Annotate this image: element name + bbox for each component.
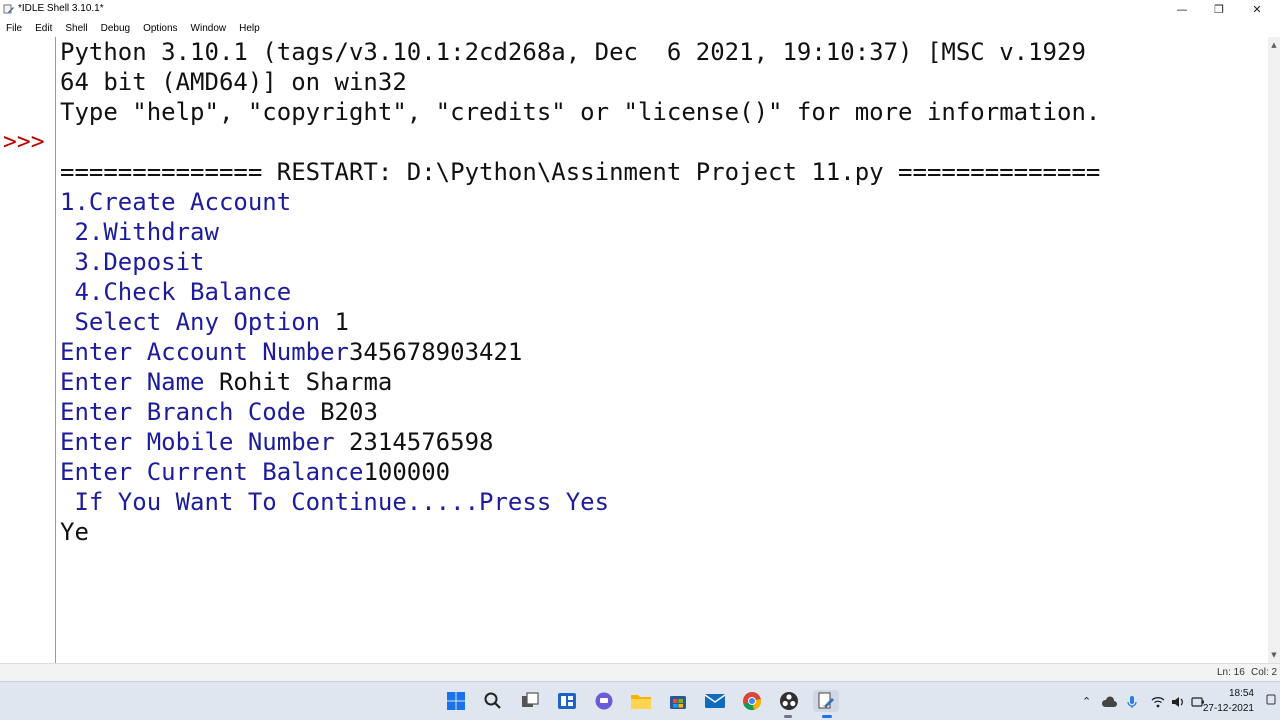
output-line: 4.Check Balance: [60, 277, 291, 307]
output-prompt: 2.Withdraw: [60, 218, 219, 246]
onedrive-icon[interactable]: [1101, 695, 1118, 708]
shell-text-area[interactable]: Python 3.10.1 (tags/v3.10.1:2cd268a, Dec…: [60, 37, 1268, 663]
status-col: Col: 2: [1251, 667, 1278, 678]
restore-icon: ❐: [1214, 3, 1224, 16]
menu-options[interactable]: Options: [143, 23, 177, 34]
menu-help[interactable]: Help: [239, 23, 260, 34]
menu-file[interactable]: File: [6, 23, 22, 34]
active-app-indicator: [784, 715, 792, 718]
output-line: Enter Mobile Number 2314576598: [60, 427, 493, 457]
idle-icon[interactable]: [813, 690, 839, 712]
banner-line: Type "help", "copyright", "credits" or "…: [60, 98, 1101, 126]
wifi-icon[interactable]: [1151, 696, 1165, 708]
user-input: Rohit Sharma: [218, 368, 393, 396]
idle-app-icon: [3, 4, 14, 14]
output-line: Ye: [60, 517, 89, 547]
scroll-down-icon[interactable]: ▼: [1268, 649, 1280, 661]
output-prompt: Select Any Option: [60, 308, 335, 336]
output-line: 3.Deposit: [60, 247, 205, 277]
widgets-icon[interactable]: [555, 690, 579, 712]
output-line: Enter Current Balance100000: [60, 457, 450, 487]
notification-icon[interactable]: [1266, 690, 1276, 712]
menu-window[interactable]: Window: [191, 23, 227, 34]
banner-line: 64 bit (AMD64)] on win32: [60, 68, 407, 96]
chat-icon[interactable]: [592, 690, 616, 712]
user-input: 2314576598: [348, 428, 494, 456]
close-icon: ✕: [1252, 3, 1262, 16]
output-prompt: 1.Create Account: [60, 188, 292, 216]
clock-time: 18:54: [1228, 688, 1254, 699]
output-prompt: Enter Name: [60, 368, 219, 396]
active-app-indicator: [822, 715, 832, 718]
minimize-button[interactable]: —: [1162, 0, 1202, 19]
output-line: 2.Withdraw: [60, 217, 219, 247]
user-input: 100000: [363, 458, 451, 486]
output-prompt: If You Want To Continue.....Press Yes: [60, 488, 610, 516]
output-prompt: Enter Branch Code: [60, 398, 321, 426]
microphone-icon[interactable]: [1127, 695, 1137, 709]
output-line: Enter Name Rohit Sharma: [60, 367, 392, 397]
status-bar: Ln: 16 Col: 2: [0, 663, 1280, 681]
system-tray: ⌃: [1082, 682, 1205, 720]
scroll-up-icon[interactable]: ▲: [1268, 39, 1280, 51]
maximize-button[interactable]: ❐: [1199, 0, 1239, 19]
file-explorer-icon[interactable]: [629, 690, 653, 712]
vertical-scrollbar[interactable]: ▲ ▼: [1268, 37, 1280, 663]
user-input: B203: [320, 398, 378, 426]
chevron-up-icon[interactable]: ⌃: [1082, 695, 1091, 708]
mail-icon[interactable]: [703, 690, 727, 712]
close-button[interactable]: ✕: [1237, 0, 1277, 19]
output-prompt: 4.Check Balance: [60, 278, 292, 306]
store-icon[interactable]: [666, 690, 690, 712]
output-line: 1.Create Account: [60, 187, 291, 217]
title-bar: *IDLE Shell 3.10.1* — ❐ ✕: [0, 0, 1280, 19]
taskbar-clock[interactable]: 18:54 27-12-2021: [1203, 686, 1254, 716]
windows-start-icon[interactable]: [444, 690, 468, 712]
menu-debug[interactable]: Debug: [101, 23, 130, 34]
minimize-icon: —: [1176, 3, 1188, 16]
output-line: If You Want To Continue.....Press Yes: [60, 487, 609, 517]
clock-date: 27-12-2021: [1202, 703, 1254, 714]
search-icon[interactable]: [481, 690, 505, 712]
output-line: Enter Account Number345678903421: [60, 337, 522, 367]
menu-shell[interactable]: Shell: [65, 23, 87, 34]
user-input: 345678903421: [348, 338, 523, 366]
chrome-icon[interactable]: [740, 690, 764, 712]
output-prompt: Enter Mobile Number: [60, 428, 349, 456]
menu-bar: File Edit Shell Debug Options Window Hel…: [0, 19, 1280, 37]
obs-icon[interactable]: [777, 690, 801, 712]
task-view-icon[interactable]: [518, 690, 542, 712]
output-prompt: Enter Current Balance: [60, 458, 364, 486]
output-line: Select Any Option 1: [60, 307, 349, 337]
output-prompt: 3.Deposit: [60, 248, 205, 276]
user-input: 1: [334, 308, 349, 336]
user-input: Ye: [60, 518, 89, 546]
window-title: *IDLE Shell 3.10.1*: [18, 3, 104, 14]
menu-edit[interactable]: Edit: [35, 23, 52, 34]
restart-line: ============== RESTART: D:\Python\Assinm…: [60, 158, 1101, 186]
taskbar: ⌃ 18:54 27-12-2021: [0, 681, 1280, 720]
status-line: Ln: 16: [1217, 667, 1245, 678]
volume-icon[interactable]: [1171, 696, 1185, 708]
output-prompt: Enter Account Number: [60, 338, 349, 366]
shell-prompt: >>>: [3, 129, 45, 155]
banner-line: Python 3.10.1 (tags/v3.10.1:2cd268a, Dec…: [60, 38, 1086, 66]
output-line: Enter Branch Code B203: [60, 397, 378, 427]
